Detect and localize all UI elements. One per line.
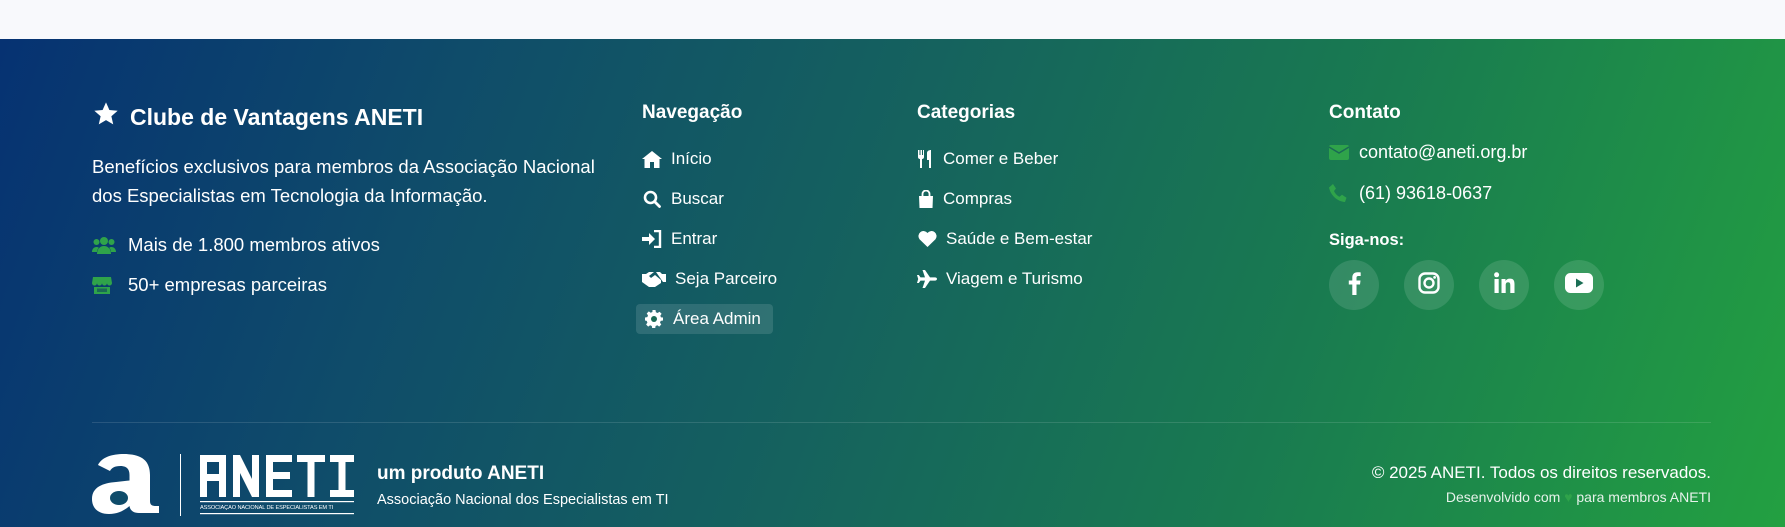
nav-label: Início (671, 149, 712, 168)
stat-members-text: Mais de 1.800 membros ativos (128, 234, 380, 255)
contact-email-text: contato@aneti.org.br (1359, 142, 1528, 162)
category-viagem-e-turismo[interactable]: Viagem e Turismo (917, 264, 1083, 294)
site-footer: Clube de Vantagens ANETI Benefícios excl… (0, 39, 1785, 527)
instagram-icon (1418, 271, 1440, 299)
nav-label: Buscar (671, 189, 724, 208)
brand-title: Clube de Vantagens ANETI (92, 100, 423, 134)
stat-members: Mais de 1.800 membros ativos (92, 234, 380, 256)
sign-in-icon (642, 230, 662, 248)
contact-phone[interactable]: (61) 93618-0637 (1329, 183, 1492, 204)
social-youtube[interactable] (1554, 260, 1604, 310)
developed-with-text: Desenvolvido com ♥ para membros ANETI (1446, 489, 1711, 505)
search-icon (642, 190, 662, 208)
category-comer-e-beber[interactable]: Comer e Beber (917, 144, 1058, 174)
dev-prefix: Desenvolvido com (1445, 489, 1561, 505)
logo-tagline: ASSOCIAÇÃO NACIONAL DE ESPECIALISTAS EM … (200, 505, 334, 511)
home-icon (642, 150, 662, 168)
brand-title-text: Clube de Vantagens ANETI (130, 103, 424, 130)
category-saude-e-bem-estar[interactable]: Saúde e Bem-estar (917, 224, 1092, 254)
category-label: Comer e Beber (943, 149, 1059, 168)
category-compras[interactable]: Compras (917, 184, 1012, 214)
category-label: Viagem e Turismo (946, 269, 1083, 288)
gear-icon (644, 310, 664, 328)
contact-email[interactable]: contato@aneti.org.br (1329, 142, 1527, 163)
plane-icon (917, 270, 937, 288)
linkedin-icon (1493, 272, 1515, 298)
utensils-icon (917, 150, 934, 168)
top-bar (0, 0, 1785, 39)
shopping-bag-icon (917, 190, 934, 208)
footer-divider (92, 422, 1711, 423)
categories-title: Categorias (917, 102, 1016, 123)
nav-item-area-admin[interactable]: Área Admin (636, 304, 773, 334)
aneti-a-logo (92, 454, 164, 514)
dev-suffix: para membros ANETI (1576, 489, 1711, 505)
category-label: Saúde e Bem-estar (946, 229, 1093, 248)
heart-icon: ♥ (1564, 489, 1573, 505)
nav-label: Seja Parceiro (675, 269, 778, 288)
nav-item-seja-parceiro[interactable]: Seja Parceiro (642, 264, 777, 294)
brand-description: Benefícios exclusivos para membros da As… (92, 156, 595, 206)
follow-label: Siga-nos: (1329, 231, 1405, 249)
category-label: Compras (943, 189, 1012, 208)
navigation-title: Navegação (642, 102, 743, 123)
nav-item-buscar[interactable]: Buscar (642, 184, 724, 214)
users-icon (92, 235, 116, 255)
product-subtitle: Associação Nacional dos Especialistas em… (377, 492, 669, 508)
social-facebook[interactable] (1329, 260, 1379, 310)
star-icon (92, 100, 120, 134)
stat-partners: 50+ empresas parceiras (92, 274, 327, 296)
heart-icon (917, 230, 937, 248)
youtube-icon (1565, 272, 1593, 298)
nav-label: Área Admin (673, 309, 761, 328)
copyright-text: © 2025 ANETI. Todos os direitos reservad… (1371, 463, 1711, 482)
nav-label: Entrar (671, 229, 718, 248)
facebook-icon (1348, 271, 1361, 300)
social-linkedin[interactable] (1479, 260, 1529, 310)
store-icon (92, 275, 116, 295)
contact-phone-text: (61) 93618-0637 (1359, 183, 1493, 203)
logo-separator (180, 454, 181, 516)
envelope-icon (1329, 145, 1349, 160)
stat-partners-text: 50+ empresas parceiras (128, 274, 327, 295)
phone-icon (1329, 184, 1349, 203)
handshake-icon (642, 270, 666, 288)
product-title: um produto ANETI (377, 463, 545, 484)
nav-item-inicio[interactable]: Início (642, 144, 712, 174)
contact-title: Contato (1329, 102, 1401, 123)
nav-item-entrar[interactable]: Entrar (642, 224, 717, 254)
social-instagram[interactable] (1404, 260, 1454, 310)
